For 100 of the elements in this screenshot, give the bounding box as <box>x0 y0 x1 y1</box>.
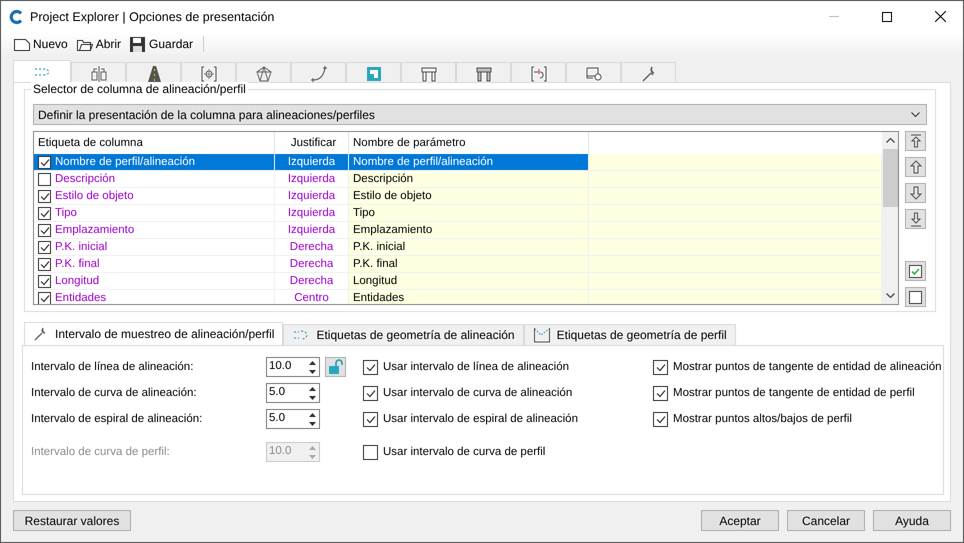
checkbox[interactable] <box>38 240 51 254</box>
spin-up-icon[interactable] <box>308 386 316 390</box>
restore-button[interactable]: Restaurar valores <box>13 510 131 531</box>
checkbox[interactable] <box>653 412 668 426</box>
checkbox[interactable] <box>363 360 378 374</box>
table-cell[interactable]: Emplazamiento <box>55 224 134 236</box>
move-up-button[interactable] <box>905 157 926 177</box>
bracket-target-icon <box>198 64 218 84</box>
toolbar-button[interactable]: Nuevo <box>13 36 68 52</box>
move-to-bottom-button[interactable] <box>905 209 926 229</box>
table-cell[interactable]: Derecha <box>290 275 334 287</box>
checkbox[interactable] <box>653 386 668 400</box>
move-up-icon <box>908 159 924 175</box>
table-cell[interactable]: Descripción <box>55 173 116 185</box>
table-cell[interactable]: Izquierda <box>288 207 336 219</box>
table-cell[interactable]: Izquierda <box>288 190 336 202</box>
tab[interactable] <box>181 62 236 84</box>
spin-down-icon[interactable] <box>308 422 316 426</box>
close-icon <box>934 11 946 22</box>
table-cell[interactable]: Derecha <box>290 241 334 253</box>
bracket-marker-icon <box>528 64 548 84</box>
table-cell[interactable]: P.K. inicial <box>55 241 108 253</box>
checkbox-label[interactable]: Mostrar puntos altos/bajos de perfil <box>673 413 852 425</box>
spin-down-icon[interactable] <box>308 370 316 374</box>
tab[interactable] <box>291 62 346 84</box>
checkbox[interactable] <box>38 190 51 202</box>
tab[interactable] <box>621 62 676 84</box>
number-field[interactable]: 5.0 <box>266 409 320 429</box>
checkbox[interactable] <box>38 224 51 236</box>
spin-down-icon[interactable] <box>308 396 316 400</box>
move-down-icon <box>908 185 924 201</box>
spin-up-icon[interactable] <box>308 412 316 416</box>
tab[interactable] <box>401 62 456 84</box>
table-cell[interactable]: P.K. final <box>55 258 100 270</box>
tab[interactable] <box>456 62 511 84</box>
table-cell[interactable]: Longitud <box>55 275 100 287</box>
toolbar-button[interactable]: Abrir <box>76 36 122 52</box>
number-field[interactable]: 10.0 <box>266 357 320 377</box>
table-cell[interactable]: Izquierda <box>288 173 336 185</box>
checkbox-label[interactable]: Mostrar puntos de tangente de entidad de perfil <box>673 387 915 399</box>
check-icon <box>366 362 376 372</box>
checkbox-label[interactable]: Usar intervalo de línea de alineación <box>383 361 570 373</box>
table-cell[interactable]: Izquierda <box>288 224 336 236</box>
checkbox[interactable] <box>363 386 378 400</box>
tab[interactable] <box>236 62 291 84</box>
checkbox[interactable] <box>653 360 668 374</box>
empty-box-icon <box>909 290 922 304</box>
dropdown[interactable]: Definir la presentación de la columna para alineaciones/perfiles <box>33 104 927 125</box>
dashed-curve-icon <box>292 328 310 342</box>
field-label: Intervalo de curva de perfil: <box>31 446 171 458</box>
table-cell[interactable]: Centro <box>294 292 329 304</box>
move-down-button[interactable] <box>905 183 926 203</box>
minimize-icon <box>829 16 839 17</box>
table-cell[interactable]: Tipo <box>55 207 77 219</box>
checkbox[interactable] <box>38 274 51 288</box>
lock-button[interactable] <box>325 357 346 377</box>
dialog-button[interactable]: Ayuda <box>873 510 951 531</box>
checkbox[interactable] <box>38 292 51 304</box>
checkbox[interactable] <box>38 258 51 270</box>
toolbar-button[interactable]: Guardar <box>129 36 194 52</box>
dialog-button[interactable]: Aceptar <box>701 510 779 531</box>
checkbox[interactable] <box>363 412 378 426</box>
table-cell[interactable]: Descripción <box>353 173 414 185</box>
app-icon <box>9 8 23 24</box>
spin-up-icon[interactable] <box>308 360 316 364</box>
tab[interactable] <box>566 62 621 84</box>
checkbox[interactable] <box>363 444 378 460</box>
move-to-top-button[interactable] <box>905 131 926 151</box>
tab[interactable] <box>126 62 181 84</box>
checkbox[interactable] <box>38 206 51 220</box>
tab[interactable] <box>71 62 126 84</box>
table-cell[interactable]: P.K. inicial <box>353 241 406 253</box>
uncheck-all-button[interactable] <box>905 287 926 307</box>
tab[interactable] <box>511 62 566 84</box>
checkbox-label[interactable]: Usar intervalo de curva de perfil <box>383 446 546 458</box>
tab[interactable]: Intervalo de muestreo de alineación/perfil <box>24 322 284 345</box>
dialog-button[interactable]: Cancelar <box>787 510 865 531</box>
check-icon <box>366 414 376 424</box>
tab[interactable]: Etiquetas de geometría de alineación <box>283 324 524 345</box>
scrollbar[interactable] <box>882 132 898 304</box>
checkbox-label[interactable]: Usar intervalo de espiral de alineación <box>383 413 578 425</box>
tab[interactable]: Etiquetas de geometría de perfil <box>524 324 736 345</box>
table-cell[interactable]: Entidades <box>55 292 106 304</box>
table-cell[interactable]: Estilo de objeto <box>55 190 134 202</box>
checkbox-label[interactable]: Mostrar puntos de tangente de entidad de alineación <box>673 361 942 373</box>
check-icon <box>656 414 666 424</box>
checkbox-label[interactable]: Usar intervalo de curva de alineación <box>383 387 572 399</box>
check-all-button[interactable] <box>905 261 926 281</box>
check-icon <box>40 158 50 166</box>
table-cell[interactable]: Entidades <box>353 292 404 304</box>
table-cell[interactable]: Derecha <box>290 258 334 270</box>
table-cell[interactable]: P.K. final <box>353 258 398 270</box>
curve-icon <box>308 64 328 84</box>
scroll-up-icon[interactable] <box>886 138 894 143</box>
checkbox[interactable] <box>38 156 51 168</box>
scroll-down-icon[interactable] <box>886 293 894 298</box>
number-field[interactable]: 5.0 <box>266 383 320 403</box>
checkbox[interactable] <box>38 172 51 186</box>
table-cell[interactable]: Tipo <box>353 207 375 219</box>
table-cell[interactable]: Longitud <box>353 275 398 287</box>
